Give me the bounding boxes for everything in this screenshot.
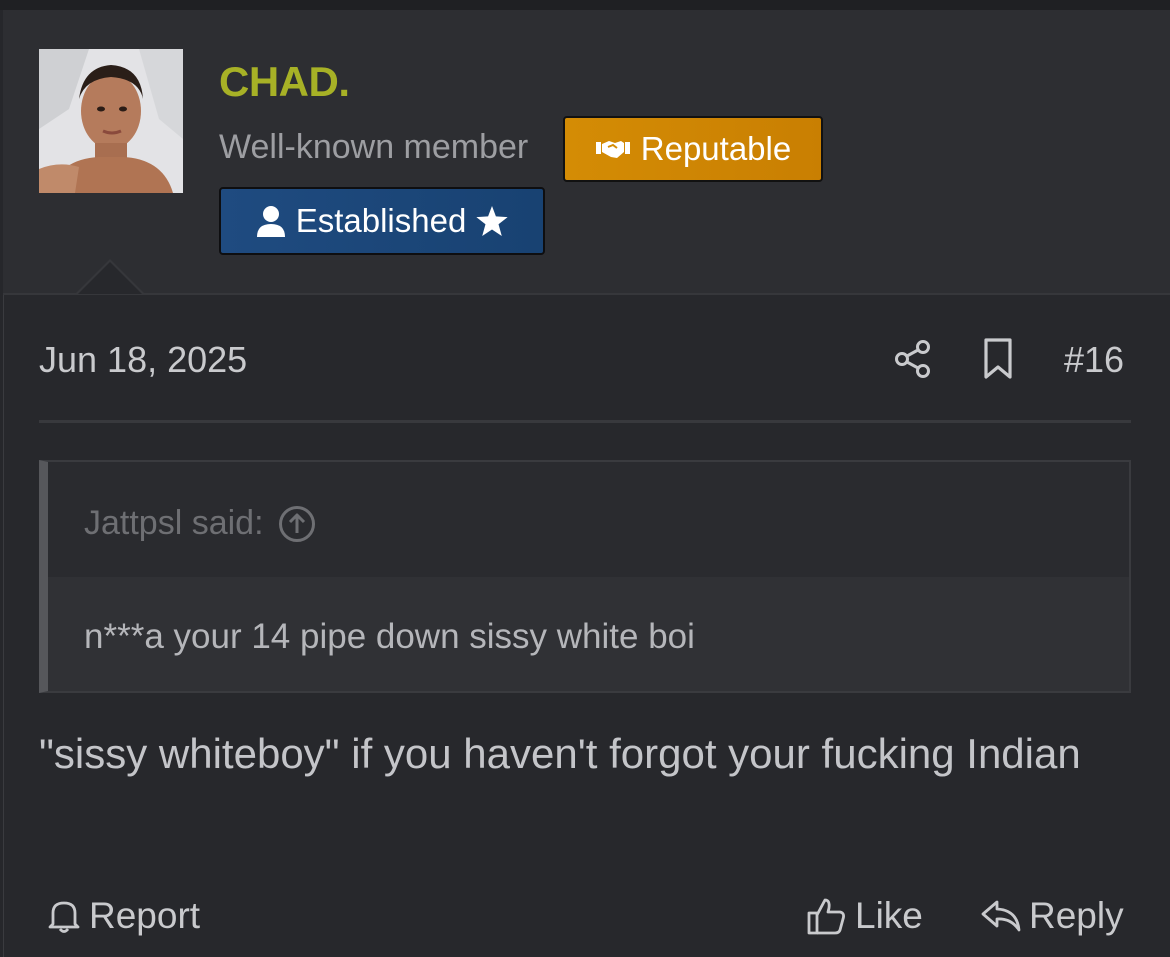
quote-block: Jattpsl said: n***a your 14 pipe down si… [39,460,1131,693]
star-icon [476,206,508,236]
report-button[interactable]: Report [47,895,200,937]
user-icon [256,205,286,237]
header-pointer [78,262,142,294]
bell-icon [47,898,81,934]
share-icon[interactable] [893,339,933,379]
quote-header: Jattpsl said: [48,462,1129,577]
like-button[interactable]: Like [807,895,923,937]
badge-reputable-label: Reputable [640,130,792,167]
divider [39,420,1131,423]
top-bar [0,0,1170,10]
avatar[interactable] [39,49,183,193]
handshake-icon [595,138,631,160]
thumbs-up-icon [807,896,847,936]
badge-established-label: Established [295,202,467,239]
reply-label[interactable]: Reply [1029,895,1124,937]
quote-author[interactable]: Jattpsl said: [84,504,316,543]
like-label[interactable]: Like [855,895,923,937]
post-message: "sissy whiteboy" if you haven't forgot y… [39,730,1081,777]
bookmark-icon[interactable] [983,338,1013,380]
reply-icon [981,899,1021,933]
reply-button[interactable]: Reply [981,895,1124,937]
post-number[interactable]: #16 [1064,339,1124,381]
quote-text: n***a your 14 pipe down sissy white boi [84,617,695,656]
badge-reputable: Reputable [563,116,823,182]
quote-author-label[interactable]: Jattpsl said: [84,504,264,543]
username[interactable]: CHAD. [219,58,350,106]
arrow-up-circle-icon[interactable] [278,505,316,543]
quote-body: n***a your 14 pipe down sissy white boi [48,577,1129,691]
post-date[interactable]: Jun 18, 2025 [39,339,247,381]
badge-established: Established [219,187,545,255]
user-title: Well-known member [219,128,529,166]
report-label[interactable]: Report [89,895,200,937]
